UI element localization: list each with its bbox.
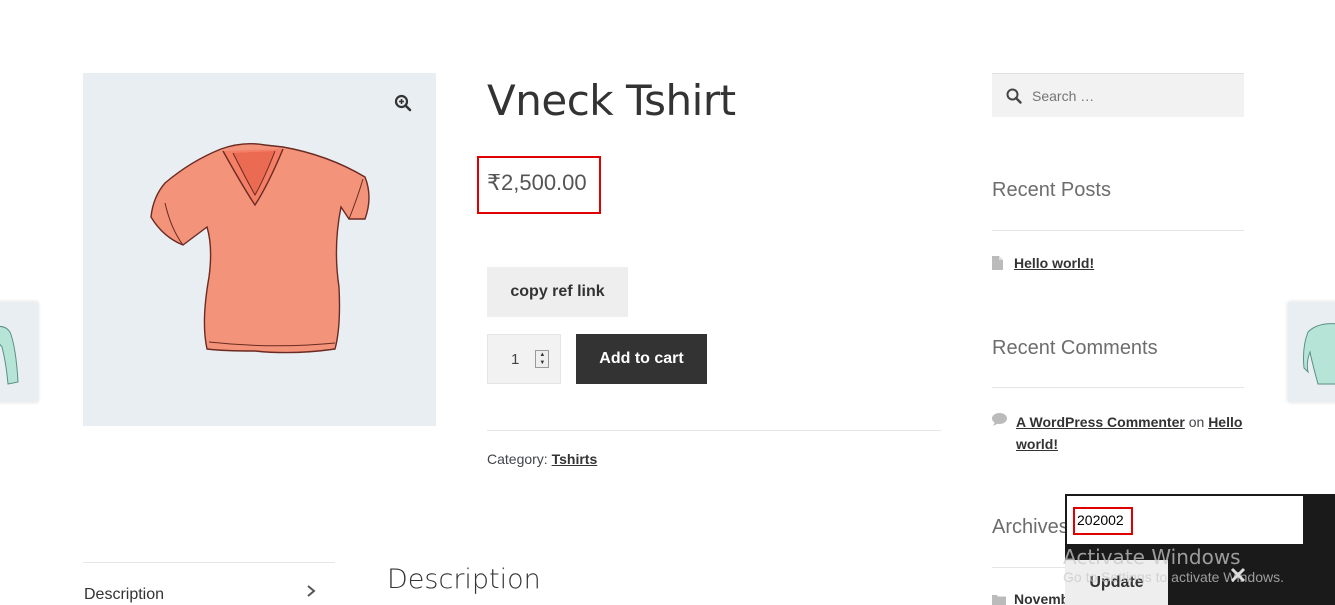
next-product-thumbnail[interactable] [1288, 302, 1335, 402]
close-icon[interactable] [1230, 566, 1246, 589]
chevron-right-icon [306, 584, 316, 603]
comment-on-text: on [1188, 414, 1205, 430]
product-image[interactable] [83, 73, 436, 426]
spinner-arrows-icon[interactable]: ▲ ▼ [535, 350, 550, 368]
document-icon [992, 255, 1004, 273]
divider [992, 387, 1244, 388]
recent-post-item[interactable]: Hello world! [992, 255, 1094, 273]
comment-author-link[interactable]: A WordPress Commenter [1016, 414, 1185, 430]
product-price: ₹2,500.00 [487, 170, 587, 195]
recent-post-link[interactable]: Hello world! [1014, 255, 1094, 271]
archives-title: Archives [992, 516, 1069, 538]
overlay-input-value[interactable]: 202002 [1077, 512, 1124, 528]
search-icon [1006, 88, 1022, 104]
recent-comments-title: Recent Comments [992, 337, 1158, 359]
folder-icon [992, 592, 1006, 605]
quantity-value[interactable]: 1 [511, 351, 519, 368]
product-title: Vneck Tshirt [487, 76, 736, 125]
comment-icon [992, 413, 1007, 429]
copy-ref-link-button[interactable]: copy ref link [487, 267, 628, 317]
recent-posts-title: Recent Posts [992, 179, 1111, 201]
quantity-stepper[interactable]: 1 ▲ ▼ [487, 334, 561, 384]
archive-item[interactable]: Novemb [992, 591, 1069, 605]
green-shirt-icon [1303, 323, 1335, 385]
search-input[interactable] [1032, 87, 1232, 104]
search-field[interactable] [992, 73, 1244, 117]
category-link[interactable]: Tshirts [552, 451, 598, 467]
archive-link[interactable]: Novemb [1014, 591, 1069, 605]
description-heading: Description [387, 564, 541, 595]
zoom-icon[interactable] [387, 87, 419, 119]
divider [992, 230, 1244, 231]
tab-description[interactable]: Description [84, 586, 164, 604]
activate-windows-subtitle: Go to Settings to activate Windows. [1063, 569, 1284, 585]
divider [487, 430, 941, 431]
product-category: Category: Tshirts [487, 451, 597, 467]
tshirt-image [150, 142, 370, 354]
recent-comment-item: A WordPress Commenter on Hello world! [1016, 411, 1246, 455]
activate-windows-title: Activate Windows [1063, 545, 1241, 569]
add-to-cart-button[interactable]: Add to cart [576, 334, 707, 384]
category-label: Category: [487, 451, 548, 467]
green-shirt-icon [0, 326, 19, 385]
previous-product-thumbnail[interactable] [0, 302, 38, 402]
divider [83, 562, 335, 563]
